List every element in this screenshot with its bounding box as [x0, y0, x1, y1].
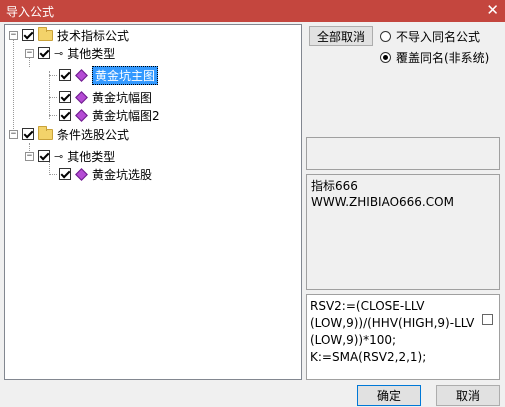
- folder-icon: [38, 26, 53, 41]
- tree-node-label: 其他类型: [67, 149, 116, 164]
- checkbox-checked-icon[interactable]: [59, 168, 71, 180]
- tree-node-label: 其他类型: [67, 46, 116, 61]
- checkbox-checked-icon[interactable]: [22, 128, 34, 140]
- tree-node-label: 黄金坑幅图: [92, 90, 153, 105]
- collapse-toggle[interactable]: −: [9, 129, 18, 139]
- formula-checkbox[interactable]: [482, 314, 493, 325]
- collapse-toggle[interactable]: −: [25, 151, 34, 161]
- cancel-button[interactable]: 取消: [436, 385, 500, 406]
- tree-node-label: 技术指标公式: [57, 28, 130, 43]
- radio-label: 覆盖同名(非系统): [396, 51, 490, 65]
- tree-node-golden-pit-sub2[interactable]: 黄金坑幅图2: [59, 106, 160, 124]
- description-line: 指标666: [311, 179, 358, 193]
- tree-line: [49, 97, 57, 98]
- description-line: WWW.ZHIBIAO666.COM: [311, 195, 454, 209]
- tree-line: [13, 39, 14, 137]
- checkbox-checked-icon[interactable]: [38, 47, 50, 59]
- radio-on-icon[interactable]: [380, 52, 391, 63]
- radio-overwrite[interactable]: 覆盖同名(非系统): [380, 49, 489, 66]
- cancel-all-button[interactable]: 全部取消: [309, 26, 373, 46]
- formula-diamond-icon: [75, 90, 88, 104]
- checkbox-checked-icon[interactable]: [59, 69, 71, 81]
- key-icon: ⊸: [54, 46, 64, 60]
- checkbox-checked-icon[interactable]: [59, 109, 71, 121]
- formula-diamond-icon: [75, 167, 88, 181]
- description-panel: 指标666 WWW.ZHIBIAO666.COM: [306, 174, 500, 290]
- title-bar: 导入公式 ✕: [0, 0, 505, 22]
- close-icon[interactable]: ✕: [486, 1, 499, 19]
- folder-icon: [38, 125, 53, 140]
- empty-panel: [306, 137, 500, 170]
- tree-node-label: 条件选股公式: [57, 127, 130, 142]
- tree-line: [49, 71, 50, 119]
- radio-no-import[interactable]: 不导入同名公式: [380, 28, 480, 45]
- tree-node-stock-selection[interactable]: − 条件选股公式: [9, 125, 129, 143]
- radio-label: 不导入同名公式: [396, 30, 481, 44]
- tree-node-label: 黄金坑主图: [92, 65, 159, 85]
- formula-line: (LOW,9))/(HHV(HIGH,9)-LLV: [310, 316, 475, 330]
- formula-diamond-icon: [75, 108, 88, 122]
- window-title: 导入公式: [6, 5, 55, 19]
- tree-line: [49, 115, 57, 116]
- collapse-toggle[interactable]: −: [9, 30, 18, 40]
- tree-node-other-types[interactable]: − ⊸ 其他类型: [25, 44, 115, 62]
- checkbox-checked-icon[interactable]: [38, 150, 50, 162]
- formula-tree[interactable]: − 技术指标公式 − ⊸ 其他类型 黄金坑主图 黄金坑幅图 黄金坑幅图2 − 条…: [4, 24, 302, 380]
- formula-line: RSV2:=(CLOSE-LLV: [310, 299, 425, 313]
- ok-button[interactable]: 确定: [357, 385, 421, 406]
- radio-off-icon[interactable]: [380, 31, 391, 42]
- tree-node-golden-pit-main[interactable]: 黄金坑主图: [59, 65, 159, 85]
- tree-node-golden-pit-select[interactable]: 黄金坑选股: [59, 165, 152, 183]
- tree-node-other-types-2[interactable]: − ⊸ 其他类型: [25, 147, 115, 165]
- tree-node-label: 黄金坑幅图2: [92, 108, 160, 123]
- checkbox-checked-icon[interactable]: [22, 29, 34, 41]
- tree-line: [49, 75, 57, 76]
- formula-line: K:=SMA(RSV2,2,1);: [310, 350, 427, 364]
- formula-diamond-icon: [75, 68, 88, 82]
- formula-panel: RSV2:=(CLOSE-LLV (LOW,9))/(HHV(HIGH,9)-L…: [306, 294, 500, 380]
- collapse-toggle[interactable]: −: [25, 48, 34, 58]
- tree-node-label: 黄金坑选股: [92, 167, 153, 182]
- tree-node-tech-indicators[interactable]: − 技术指标公式: [9, 26, 129, 44]
- tree-line: [49, 174, 57, 175]
- tree-node-golden-pit-sub[interactable]: 黄金坑幅图: [59, 88, 152, 106]
- key-icon: ⊸: [54, 149, 64, 163]
- formula-line: (LOW,9))*100;: [310, 333, 397, 347]
- checkbox-checked-icon[interactable]: [59, 91, 71, 103]
